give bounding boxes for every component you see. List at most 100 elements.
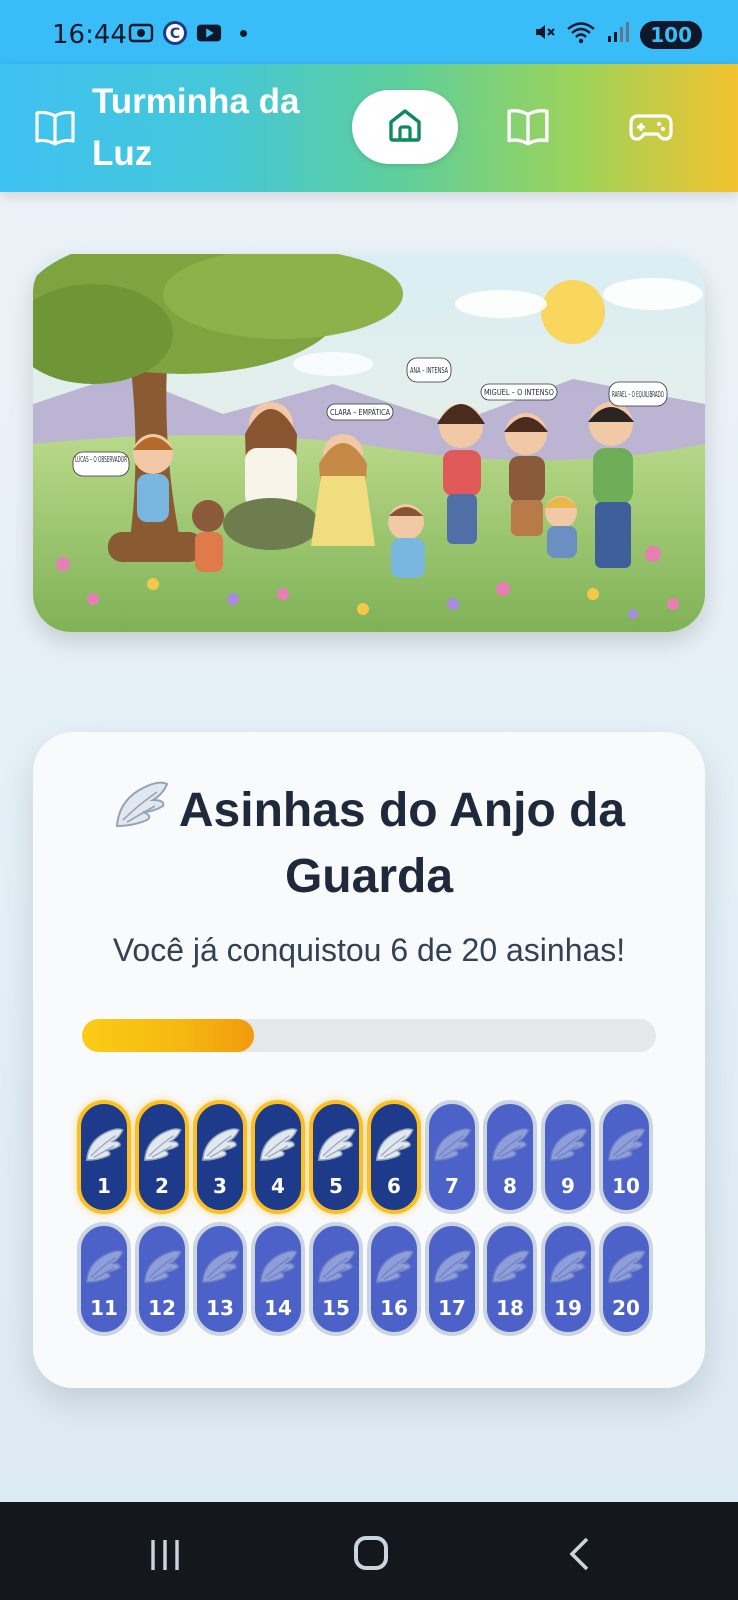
wing-badge-3: 3 [193,1100,247,1214]
badge-number: 9 [561,1173,575,1198]
signal-icon [606,20,630,49]
nav-games-button[interactable] [628,106,674,148]
wing-badge-1: 1 [77,1100,131,1214]
badge-grid: 1 2 3 4 5 6 7 8 9 10 11 12 13 14 15 16 17 18 19 20 [77,1100,697,1336]
wing-icon [199,1117,241,1168]
wing-badge-12: 12 [135,1222,189,1336]
wing-icon [113,780,169,846]
wing-badge-19: 19 [541,1222,595,1336]
book-icon [506,109,550,152]
wing-badge-20: 20 [599,1222,653,1336]
status-icons-right: 100 [532,20,702,49]
wing-icon [315,1239,357,1290]
badge-number: 4 [271,1173,285,1198]
wing-badge-13: 13 [193,1222,247,1336]
badge-number: 5 [329,1173,343,1198]
nav-stories-button[interactable] [506,106,550,148]
wing-icon [141,1117,183,1168]
battery-indicator: 100 [640,20,702,49]
mute-icon [532,20,556,49]
wing-icon [431,1117,473,1168]
wing-badge-7: 7 [425,1100,479,1214]
wing-icon [83,1117,125,1168]
badge-number: 12 [148,1295,176,1320]
svg-text:C: C [170,26,180,42]
badge-number: 3 [213,1173,227,1198]
wing-icon [431,1239,473,1290]
badge-number: 8 [503,1173,517,1198]
wing-badge-15: 15 [309,1222,363,1336]
wing-badge-11: 11 [77,1222,131,1336]
badge-number: 11 [90,1295,118,1320]
badge-number: 13 [206,1295,234,1320]
label-miguel: MIGUEL – O INTENSO [484,388,554,397]
wing-badge-2: 2 [135,1100,189,1214]
nav-home-button[interactable] [352,90,458,164]
label-rafael: RAFAEL – O EQUILIBRADO [612,390,664,399]
badge-number: 14 [264,1295,292,1320]
badge-number: 15 [322,1295,350,1320]
badge-number: 16 [380,1295,408,1320]
wing-icon [373,1239,415,1290]
wifi-icon [566,20,596,49]
youtube-icon [196,22,222,44]
wing-icon [257,1239,299,1290]
home-icon [385,105,425,150]
wing-icon [257,1117,299,1168]
wing-icon [605,1117,647,1168]
wing-badge-10: 10 [599,1100,653,1214]
badge-number: 6 [387,1173,401,1198]
wing-badge-4: 4 [251,1100,305,1214]
wing-icon [489,1117,531,1168]
wing-icon [547,1117,589,1168]
badge-number: 19 [554,1295,582,1320]
system-nav-bar [0,1502,738,1600]
c-app-icon: C [162,21,188,45]
wing-badge-9: 9 [541,1100,595,1214]
hero-illustration: LUCAS – O OBSERVADOR CLARA – EMPÁTICA AN… [33,254,705,632]
badge-number: 18 [496,1295,524,1320]
wing-badge-6: 6 [367,1100,421,1214]
wing-icon [489,1239,531,1290]
system-home-button[interactable] [354,1536,388,1570]
wing-badge-18: 18 [483,1222,537,1336]
status-icons-left: C [128,21,247,45]
gamepad-icon [628,114,674,152]
wing-badge-16: 16 [367,1222,421,1336]
app-title: Turminha da Luz [92,82,300,173]
wing-icon [83,1239,125,1290]
wing-badge-5: 5 [309,1100,363,1214]
card-title-text: Asinhas do Anjo da Guarda [178,784,626,904]
progress-fill [82,1019,255,1052]
label-ana: ANA – INTENSA [410,366,448,375]
progress-bar [82,1019,656,1052]
wing-badge-17: 17 [425,1222,479,1336]
status-bar: 16:44 C 100 [0,0,738,64]
screenshot-icon [128,22,154,44]
wing-icon [373,1117,415,1168]
badge-number: 17 [438,1295,466,1320]
recents-button[interactable] [148,1538,182,1577]
wing-badge-8: 8 [483,1100,537,1214]
wing-icon [605,1239,647,1290]
label-lucas: LUCAS – O OBSERVADOR [75,455,127,464]
status-time: 16:44 [52,20,127,50]
app-header: Turminha da Luz [0,64,738,192]
wing-icon [547,1239,589,1290]
card-title: Asinhas do Anjo da Guarda [73,780,665,908]
wing-icon [315,1117,357,1168]
back-button[interactable] [566,1536,592,1577]
badge-number: 10 [612,1173,640,1198]
badge-number: 7 [445,1173,459,1198]
wing-icon [141,1239,183,1290]
progress-text: Você já conquistou 6 de 20 asinhas! [112,932,626,968]
badge-number: 1 [97,1173,111,1198]
badge-number: 2 [155,1173,169,1198]
label-clara: CLARA – EMPÁTICA [330,406,390,417]
wing-icon [199,1239,241,1290]
wing-badge-14: 14 [251,1222,305,1336]
badge-number: 20 [612,1295,640,1320]
wings-card: Asinhas do Anjo da Guarda Você já conqui… [33,732,705,1388]
notification-dot [240,29,247,37]
book-logo-icon [34,108,76,148]
